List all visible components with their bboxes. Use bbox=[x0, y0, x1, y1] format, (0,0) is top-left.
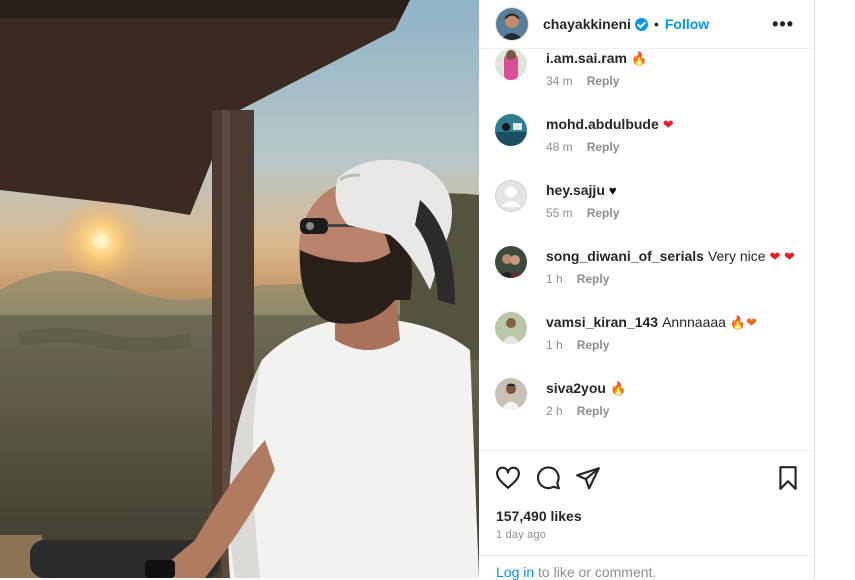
comment-username[interactable]: mohd.abdulbude bbox=[546, 116, 659, 132]
reply-button[interactable]: Reply bbox=[577, 272, 610, 286]
comments-list[interactable]: i.am.sai.ram 🔥 34 m Reply mohd.abdulbude ❤ … bbox=[479, 48, 814, 450]
more-options-icon[interactable]: ••• bbox=[772, 14, 794, 35]
comment-username[interactable]: i.am.sai.ram bbox=[546, 50, 627, 66]
comment-username[interactable]: hey.sajju bbox=[546, 182, 605, 198]
save-bookmark-icon[interactable] bbox=[775, 465, 801, 496]
comment-time: 48 m bbox=[546, 140, 573, 154]
black-heart-emoji-icon: ♥ bbox=[608, 183, 617, 198]
comment-item: i.am.sai.ram 🔥 34 m Reply bbox=[495, 48, 800, 114]
comment-username[interactable]: song_diwani_of_serials bbox=[546, 248, 704, 264]
comment-time: 34 m bbox=[546, 74, 573, 88]
comment-text: Annnaaaa bbox=[662, 314, 726, 330]
heart-emoji-icon: ❤ bbox=[662, 117, 674, 132]
fire-emoji-icon: 🔥 bbox=[609, 381, 627, 396]
reply-button[interactable]: Reply bbox=[587, 74, 620, 88]
reply-button[interactable]: Reply bbox=[587, 140, 620, 154]
fire-heart-emoji-icon: 🔥❤ bbox=[729, 315, 757, 330]
comment-time: 1 h bbox=[546, 338, 563, 352]
post-header: chayakkineni • Follow ••• bbox=[479, 0, 814, 49]
commenter-avatar[interactable] bbox=[495, 114, 527, 146]
commenter-avatar[interactable] bbox=[495, 246, 527, 278]
reply-button[interactable]: Reply bbox=[577, 338, 610, 352]
comment-text: Very nice bbox=[707, 248, 766, 264]
like-heart-icon[interactable] bbox=[495, 465, 521, 496]
commenter-avatar[interactable] bbox=[495, 180, 527, 212]
reply-button[interactable]: Reply bbox=[587, 206, 620, 220]
comment-item: vamsi_kiran_143 Annnaaaa 🔥❤ 1 h Reply bbox=[495, 312, 800, 378]
comment-username[interactable]: siva2you bbox=[546, 380, 606, 396]
commenter-avatar[interactable] bbox=[495, 378, 527, 410]
heart-emoji-icon: ❤ ❤ bbox=[769, 249, 795, 264]
photo-scene bbox=[0, 0, 479, 578]
comment-item: mohd.abdulbude ❤ 48 m Reply bbox=[495, 114, 800, 180]
verified-badge-icon bbox=[634, 17, 648, 31]
fire-emoji-icon: 🔥 bbox=[630, 51, 648, 66]
comment-item: hey.sajju ♥ 55 m Reply bbox=[495, 180, 800, 246]
post-actions: 157,490 likes 1 day ago Log in to like o… bbox=[479, 450, 814, 580]
likes-count[interactable]: 157,490 likes bbox=[496, 508, 582, 524]
author-avatar[interactable] bbox=[495, 7, 529, 41]
comment-username[interactable]: vamsi_kiran_143 bbox=[546, 314, 658, 330]
share-send-icon[interactable] bbox=[575, 465, 601, 496]
comment-item: song_diwani_of_serials Very nice ❤ ❤ 1 h R… bbox=[495, 246, 800, 312]
author-username[interactable]: chayakkineni bbox=[543, 16, 631, 32]
login-prompt: Log in to like or comment. bbox=[479, 555, 814, 580]
commenter-avatar[interactable] bbox=[495, 48, 527, 80]
separator-dot: • bbox=[653, 16, 659, 32]
post-photo[interactable] bbox=[0, 0, 479, 578]
post-panel: chayakkineni • Follow ••• i.am.sai.ram 🔥 … bbox=[479, 0, 815, 580]
page-background bbox=[815, 0, 855, 578]
comment-time: 2 h bbox=[546, 404, 563, 418]
comment-time: 55 m bbox=[546, 206, 573, 220]
comment-item: siva2you 🔥 2 h Reply bbox=[495, 378, 800, 444]
follow-button[interactable]: Follow bbox=[665, 16, 709, 32]
reply-button[interactable]: Reply bbox=[577, 404, 610, 418]
post-timestamp[interactable]: 1 day ago bbox=[496, 529, 546, 541]
comment-bubble-icon[interactable] bbox=[535, 465, 561, 496]
comment-time: 1 h bbox=[546, 272, 563, 286]
commenter-avatar[interactable] bbox=[495, 312, 527, 344]
